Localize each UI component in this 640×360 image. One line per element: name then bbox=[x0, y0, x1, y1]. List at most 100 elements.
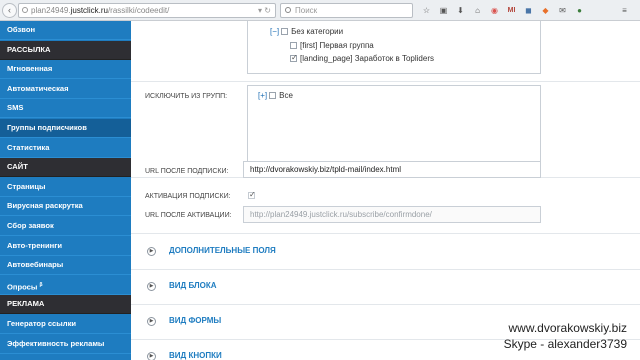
activation-url-input[interactable]: http://plan24949.justclick.ru/subscribe/… bbox=[243, 206, 541, 223]
exclude-frame: [+] Все bbox=[247, 85, 541, 171]
sidebar-item[interactable]: SMS bbox=[0, 99, 131, 119]
sidebar: Обзвон РАССЫЛКА Мгновенная Автоматическая SM… bbox=[0, 21, 131, 360]
accordion-section[interactable]: ▶ ВИД ФОРМЫ bbox=[147, 316, 447, 328]
reload-icon[interactable]: ▾ ↻ bbox=[258, 4, 271, 17]
activation-url-label: URL ПОСЛЕ АКТИВАЦИИ: bbox=[145, 212, 232, 219]
sidebar-item-label: Опросы bbox=[7, 282, 38, 292]
watermark-line1: www.dvorakowskiy.biz bbox=[508, 321, 627, 335]
sidebar-item[interactable]: Группы подписчиков bbox=[0, 119, 131, 138]
sidebar-item-label: Статистика bbox=[7, 142, 50, 152]
tree-child-label: [first] Первая группа bbox=[300, 41, 374, 50]
watermark-line2: Skype - alexander3739 bbox=[503, 337, 627, 351]
accordion-label: ВИД ФОРМЫ bbox=[169, 316, 222, 325]
sidebar-item[interactable]: Автовебинары bbox=[0, 256, 131, 276]
sidebar-item-label: Обзвон bbox=[7, 25, 36, 34]
divider bbox=[131, 269, 640, 270]
main-content: [−] Без категории [first] Первая группа [… bbox=[131, 21, 640, 360]
menu-icon[interactable]: ≡ bbox=[618, 4, 631, 17]
sidebar-item-label: РАССЫЛКА bbox=[7, 44, 51, 54]
activation-checkbox[interactable] bbox=[248, 190, 256, 199]
sidebar-item[interactable]: Автоматическая bbox=[0, 80, 131, 99]
chat-icon[interactable]: ✉ bbox=[556, 4, 569, 17]
sidebar-item[interactable]: Опросы β bbox=[0, 276, 131, 295]
activation-label: АКТИВАЦИЯ ПОДПИСКИ: bbox=[145, 193, 231, 200]
activation-checkbox-row[interactable] bbox=[248, 190, 258, 200]
sidebar-item-label: Вирусная раскрутка bbox=[7, 201, 83, 211]
chevron-right-icon: ▶ bbox=[147, 282, 156, 291]
chevron-right-icon: ▶ bbox=[147, 247, 156, 256]
sidebar-item-label: Страницы bbox=[7, 181, 46, 191]
groups-frame: [−] Без категории [first] Первая группа [… bbox=[247, 21, 541, 74]
search-icon bbox=[285, 7, 291, 13]
accordion-section[interactable]: ▶ ВИД БЛОКА bbox=[147, 281, 447, 293]
tree-root-row[interactable]: [−] Без категории bbox=[270, 27, 343, 36]
sidebar-item[interactable]: Авто-тренинги bbox=[0, 237, 131, 256]
sidebar-item-label: Группы подписчиков bbox=[7, 123, 87, 132]
sidebar-item-label: Сбор заявок bbox=[7, 221, 54, 230]
accordion-label: ДОПОЛНИТЕЛЬНЫЕ ПОЛЯ bbox=[169, 246, 276, 255]
exclude-all-row[interactable]: [+] Все bbox=[258, 91, 293, 100]
beta-badge: β bbox=[39, 281, 43, 288]
sidebar-item[interactable]: Генератор ссылки bbox=[0, 315, 131, 334]
subscribe-url-label: URL ПОСЛЕ ПОДПИСКИ: bbox=[145, 168, 229, 175]
accordion-label: ВИД БЛОКА bbox=[169, 281, 217, 290]
sidebar-item-label: Генератор ссылки bbox=[7, 319, 77, 328]
sidebar-item-label: SMS bbox=[7, 103, 24, 113]
sidebar-section: САЙТ bbox=[0, 158, 131, 178]
browser-toolbar: ‹ plan24949.justclick.ru/rassilki/codeed… bbox=[0, 0, 640, 21]
sidebar-item-label: Автоматическая bbox=[7, 83, 69, 93]
sidebar-section: РАССЫЛКА bbox=[0, 40, 131, 60]
exclude-all-label: Все bbox=[279, 91, 293, 100]
extension-icon[interactable]: ◆ bbox=[539, 4, 552, 17]
vk-icon[interactable]: ◼ bbox=[522, 4, 535, 17]
chevron-right-icon: ▶ bbox=[147, 352, 156, 360]
chevron-right-icon: ▶ bbox=[147, 317, 156, 326]
accordion-section[interactable]: ▶ ДОПОЛНИТЕЛЬНЫЕ ПОЛЯ bbox=[147, 246, 447, 258]
checkbox[interactable] bbox=[290, 42, 297, 49]
clipboard-icon[interactable]: ▣ bbox=[437, 4, 450, 17]
back-icon[interactable]: ‹ bbox=[2, 3, 17, 18]
url-host: justclick.ru bbox=[70, 6, 108, 15]
accordion-label: ВИД КНОПКИ bbox=[169, 351, 222, 360]
globe-icon bbox=[22, 7, 28, 13]
checkbox[interactable] bbox=[281, 28, 289, 35]
divider bbox=[131, 233, 640, 234]
tree-child-label: [landing_page] Заработок в Topliders bbox=[300, 54, 434, 63]
divider bbox=[131, 81, 640, 82]
tree-child-row[interactable]: [landing_page] Заработок в Topliders bbox=[290, 53, 434, 63]
star-icon[interactable]: ☆ bbox=[420, 4, 433, 17]
divider bbox=[131, 304, 640, 305]
url-prefix: plan24949. bbox=[31, 6, 71, 15]
sidebar-item-label: Авто-тренинги bbox=[7, 240, 63, 250]
sidebar-item[interactable]: Обзвон bbox=[0, 21, 131, 40]
download-icon[interactable]: ⬇ bbox=[454, 4, 467, 17]
checkbox-checked[interactable] bbox=[290, 53, 298, 62]
sidebar-item[interactable]: Статистика bbox=[0, 139, 131, 158]
collapse-toggle[interactable]: [−] bbox=[270, 27, 279, 36]
sidebar-item[interactable]: Вирусная раскрутка bbox=[0, 197, 131, 217]
sidebar-item-label: Эффективность рекламы bbox=[7, 338, 105, 348]
home-icon[interactable]: ⌂ bbox=[471, 4, 484, 17]
checkbox[interactable] bbox=[269, 92, 277, 99]
exclude-label: ИСКЛЮЧИТЬ ИЗ ГРУПП: bbox=[145, 93, 228, 100]
tree-root-label: Без категории bbox=[291, 27, 344, 36]
sidebar-item[interactable]: Сбор заявок bbox=[0, 217, 131, 236]
accordion-section[interactable]: ▶ ВИД КНОПКИ bbox=[147, 351, 447, 360]
url-path: /rassilki/codeedit/ bbox=[107, 6, 170, 15]
tree-child-row[interactable]: [first] Первая группа bbox=[290, 41, 374, 50]
sidebar-item-label: Мгновенная bbox=[7, 64, 53, 74]
addon-icon[interactable]: ● bbox=[573, 4, 586, 17]
sidebar-item-label: САЙТ bbox=[7, 162, 28, 172]
address-bar[interactable]: plan24949.justclick.ru/rassilki/codeedit… bbox=[18, 3, 276, 18]
expand-toggle[interactable]: [+] bbox=[258, 91, 267, 100]
pocket-icon[interactable]: ◉ bbox=[488, 4, 501, 17]
sidebar-section: РЕКЛАМА bbox=[0, 295, 131, 315]
sidebar-item[interactable]: Страницы bbox=[0, 178, 131, 197]
sidebar-item-label: Автовебинары bbox=[7, 260, 64, 270]
sidebar-item-label: РЕКЛАМА bbox=[7, 299, 45, 309]
mail-icon[interactable]: MI bbox=[505, 4, 518, 17]
sidebar-item[interactable]: Эффективность рекламы bbox=[0, 335, 131, 354]
search-input[interactable]: Поиск bbox=[280, 3, 413, 18]
subscribe-url-input[interactable]: http://dvorakowskiy.biz/tpld-mail/index.… bbox=[243, 161, 541, 178]
sidebar-item[interactable]: Мгновенная bbox=[0, 60, 131, 80]
